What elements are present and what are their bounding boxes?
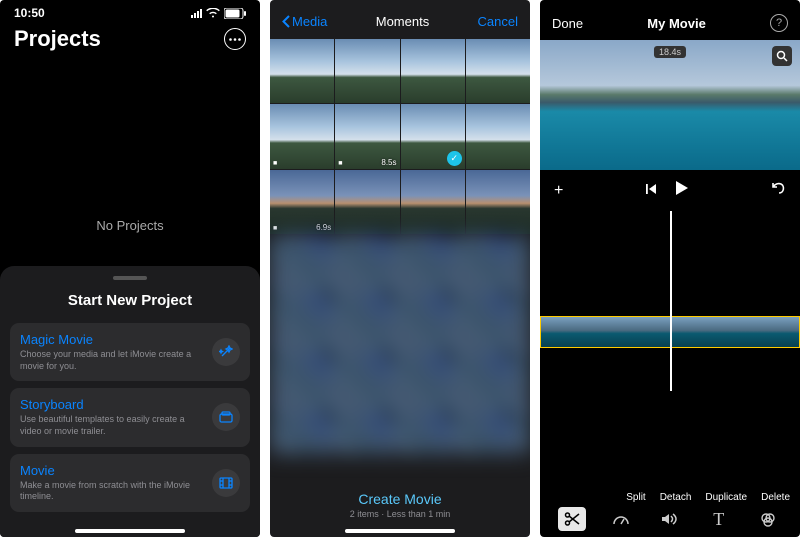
option-subtitle: Use beautiful templates to easily create…: [20, 414, 202, 437]
media-grid: ■ ■ 8.5s ✓ ■ 6.9s: [270, 39, 530, 234]
media-thumb-selected[interactable]: ✓: [401, 104, 465, 168]
scissors-icon: [564, 512, 580, 526]
duplicate-button[interactable]: Duplicate: [705, 492, 747, 503]
media-thumb[interactable]: ■: [270, 104, 334, 168]
media-thumb[interactable]: [335, 170, 399, 234]
option-title: Movie: [20, 463, 202, 478]
option-title: Storyboard: [20, 397, 202, 412]
screen1-header: Projects: [0, 20, 260, 58]
empty-state-text: No Projects: [0, 58, 260, 293]
battery-icon: [224, 8, 246, 19]
detach-button[interactable]: Detach: [660, 492, 692, 503]
status-time: 10:50: [14, 6, 45, 20]
more-icon: [229, 38, 241, 41]
video-icon: ■: [338, 160, 342, 167]
chevron-left-icon: [282, 15, 290, 28]
media-thumb[interactable]: [466, 170, 530, 234]
check-icon: ✓: [447, 151, 462, 166]
media-thumb[interactable]: [401, 170, 465, 234]
search-icon: [776, 50, 788, 62]
editor-screen: Done My Movie ? 18.4s + Split: [540, 0, 800, 537]
create-movie-bar[interactable]: Create Movie 2 items · Less than 1 min: [270, 491, 530, 519]
text-tool[interactable]: T: [705, 507, 733, 531]
play-button[interactable]: [675, 180, 689, 201]
video-icon: ■: [273, 225, 277, 232]
create-movie-sub: 2 items · Less than 1 min: [270, 509, 530, 519]
speed-tool[interactable]: [607, 507, 635, 531]
thumb-duration: 6.9s: [316, 223, 331, 232]
panel-grabber[interactable]: [113, 276, 147, 280]
video-icon: ■: [273, 160, 277, 167]
media-thumb[interactable]: [335, 39, 399, 103]
media-thumb[interactable]: ■ 6.9s: [270, 170, 334, 234]
undo-icon: [770, 181, 786, 195]
timeline-clip[interactable]: [540, 316, 670, 348]
projects-screen: 10:50 Projects No Projects Start New Pro…: [0, 0, 260, 537]
blurred-background: [270, 234, 530, 454]
option-movie[interactable]: Movie Make a movie from scratch with the…: [10, 454, 250, 512]
playhead[interactable]: [670, 211, 672, 391]
transport-bar: +: [540, 170, 800, 211]
timeline-clip[interactable]: [670, 316, 800, 348]
zoom-button[interactable]: [772, 46, 792, 66]
skip-start-button[interactable]: [645, 182, 657, 200]
skip-start-icon: [645, 183, 657, 195]
scissors-tool[interactable]: [558, 507, 586, 531]
filter-tool[interactable]: [754, 507, 782, 531]
wand-icon: [212, 338, 240, 366]
film-icon: [212, 469, 240, 497]
option-subtitle: Choose your media and let iMovie create …: [20, 349, 202, 372]
create-movie-label: Create Movie: [270, 491, 530, 507]
delete-button[interactable]: Delete: [761, 492, 790, 503]
status-bar: 10:50: [0, 0, 260, 20]
home-indicator[interactable]: [345, 529, 455, 533]
volume-tool[interactable]: [656, 507, 684, 531]
nav-bar: Media Moments Cancel: [270, 0, 530, 39]
media-picker-screen: Media Moments Cancel ■ ■ 8.5s ✓ ■ 6.9s Cre…: [270, 0, 530, 537]
status-icons: [191, 8, 246, 19]
help-button[interactable]: ?: [770, 14, 788, 32]
split-button[interactable]: Split: [626, 492, 645, 503]
panel-title: Start New Project: [10, 292, 250, 309]
filter-icon: [760, 511, 776, 527]
media-thumb[interactable]: [401, 39, 465, 103]
page-title: Projects: [14, 26, 101, 52]
option-storyboard[interactable]: Storyboard Use beautiful templates to ea…: [10, 388, 250, 446]
speedometer-icon: [612, 512, 630, 526]
nav-title: Moments: [376, 14, 429, 29]
undo-button[interactable]: [770, 181, 786, 200]
edit-action-row: Split Detach Duplicate Delete: [626, 492, 790, 503]
add-button[interactable]: +: [554, 182, 563, 200]
home-indicator[interactable]: [75, 529, 185, 533]
done-button[interactable]: Done: [552, 16, 583, 31]
media-thumb[interactable]: [270, 39, 334, 103]
cancel-button[interactable]: Cancel: [478, 14, 518, 29]
volume-icon: [661, 512, 679, 526]
help-icon: ?: [776, 17, 782, 29]
timeline[interactable]: [540, 211, 800, 391]
tool-row: T: [540, 507, 800, 531]
option-magic-movie[interactable]: Magic Movie Choose your media and let iM…: [10, 323, 250, 381]
new-project-panel: Start New Project Magic Movie Choose you…: [0, 266, 260, 537]
signal-icon: [191, 9, 202, 18]
media-thumb[interactable]: [466, 39, 530, 103]
back-button[interactable]: Media: [282, 14, 327, 29]
thumb-duration: 8.5s: [381, 158, 396, 167]
back-label: Media: [292, 14, 327, 29]
option-title: Magic Movie: [20, 332, 202, 347]
editor-nav: Done My Movie ?: [540, 0, 800, 40]
media-thumb[interactable]: ■ 8.5s: [335, 104, 399, 168]
video-preview[interactable]: 18.4s: [540, 40, 800, 170]
wifi-icon: [206, 8, 220, 18]
play-icon: [675, 180, 689, 196]
media-thumb[interactable]: [466, 104, 530, 168]
option-subtitle: Make a movie from scratch with the iMovi…: [20, 480, 202, 503]
movie-title: My Movie: [647, 16, 706, 31]
time-badge: 18.4s: [654, 46, 686, 58]
storyboard-icon: [212, 403, 240, 431]
more-button[interactable]: [224, 28, 246, 50]
